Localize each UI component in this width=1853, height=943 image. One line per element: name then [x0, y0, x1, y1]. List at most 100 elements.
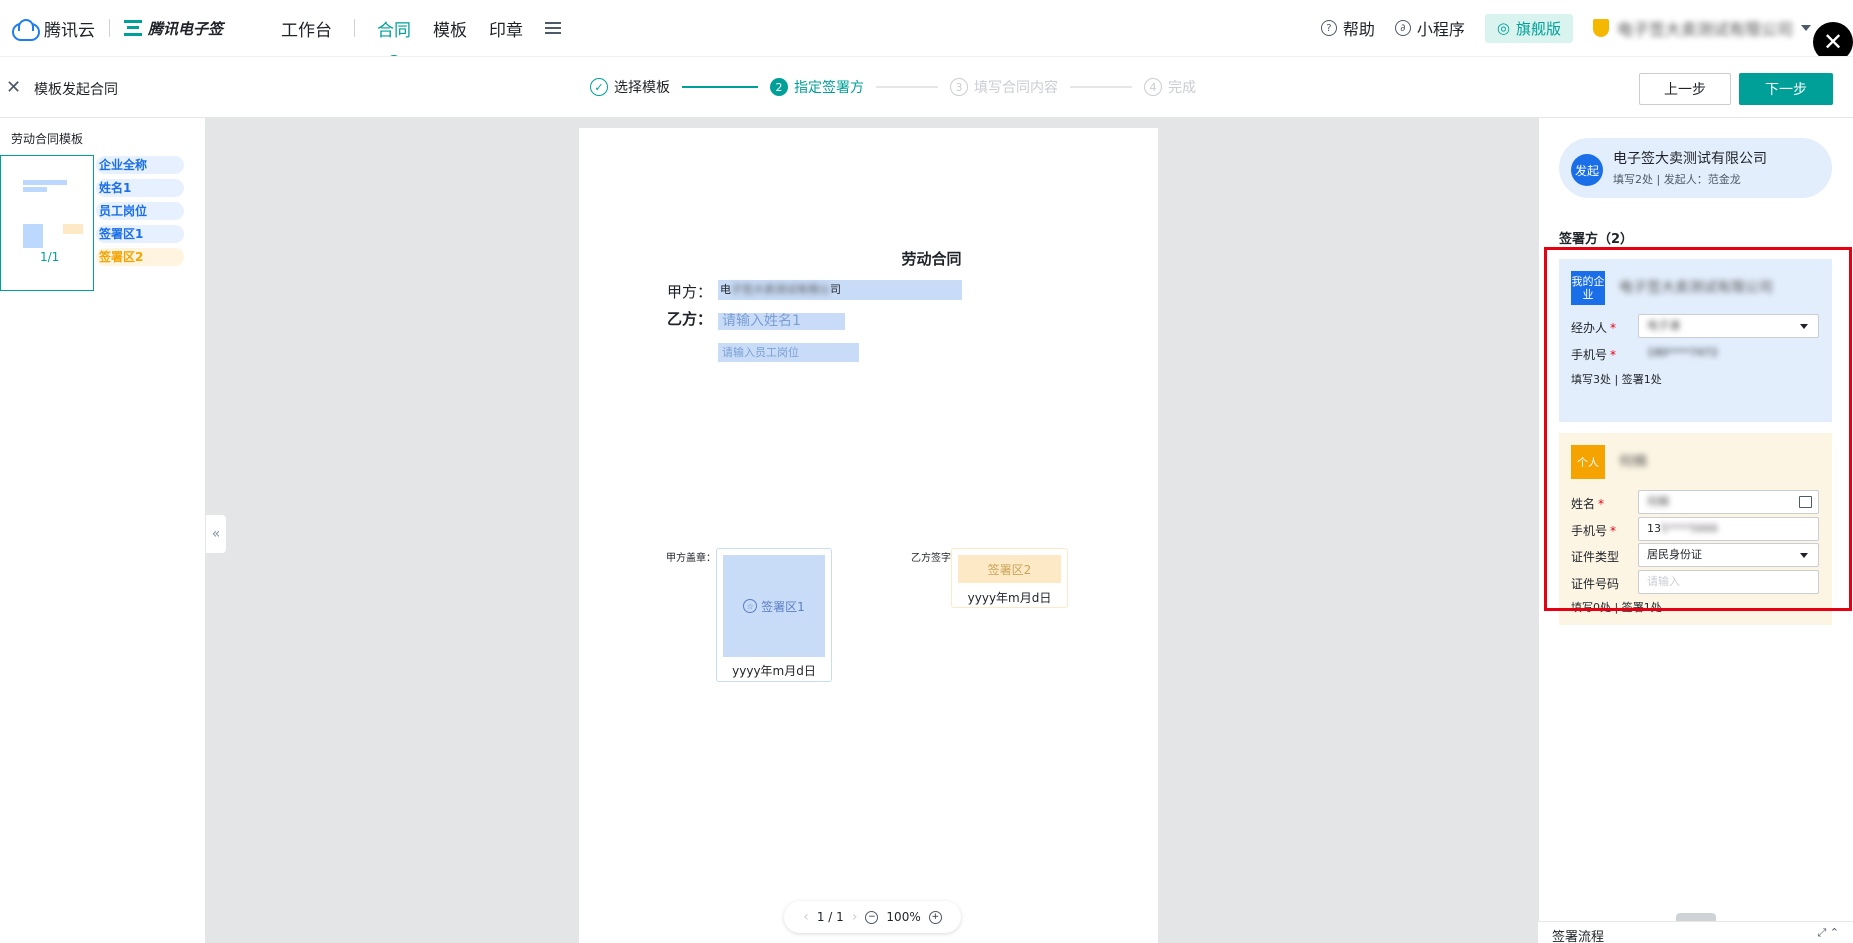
step-connector	[1070, 86, 1132, 88]
esign-logo-icon	[124, 20, 142, 36]
party-a-seal-label: 甲方盖章：	[666, 553, 716, 564]
field-list: 企业全称 姓名1 员工岗位 签署区1 签署区2	[96, 156, 184, 271]
company-name: 电子签大卖测试有限公司	[1616, 20, 1793, 39]
next-step-button[interactable]: 下一步	[1739, 73, 1833, 105]
product-name: 腾讯电子签	[148, 19, 224, 38]
expand-icon[interactable]: ⤢ ⌃	[1817, 926, 1839, 940]
sign-area-2-label: 签署区2	[958, 555, 1061, 583]
edition-badge[interactable]: ◎ 旗舰版	[1484, 13, 1573, 43]
drawer-handle[interactable]	[1676, 913, 1716, 921]
company-switcher[interactable]: 电子签大卖测试有限公司	[1592, 16, 1811, 40]
step-number: 3	[950, 78, 968, 96]
miniprogram-link[interactable]: ∂ 小程序	[1394, 16, 1465, 40]
step-label: 指定签署方	[794, 80, 864, 96]
divider	[109, 19, 110, 37]
field-chip-sign-area-1[interactable]: 签署区1	[96, 225, 184, 243]
seal-icon: ☆	[743, 599, 758, 613]
miniprogram-label: 小程序	[1416, 20, 1465, 39]
page-zoom-controls: ‹ 1 / 1 › − 100% +	[784, 901, 961, 933]
brand-name: 腾讯云	[44, 20, 95, 41]
shield-icon	[1592, 19, 1609, 37]
esign-logo[interactable]: 腾讯电子签	[124, 18, 223, 39]
close-icon[interactable]: ✕	[6, 77, 21, 98]
main-nav: 工作台 合同 模板 印章	[281, 16, 562, 63]
step-select-template[interactable]: ✓ 选择模板	[590, 77, 670, 97]
step-connector	[876, 86, 938, 88]
menu-icon[interactable]	[545, 22, 562, 34]
chevron-left-icon[interactable]: ‹	[803, 909, 809, 925]
field-chip-sign-area-2[interactable]: 签署区2	[96, 248, 184, 266]
party-a-company-value-start: 电	[720, 283, 731, 296]
top-navigation-bar: 腾讯云 腾讯电子签 工作台 合同 模板 印章 ? 帮助 ∂ 小程序 ◎ 旗舰版 …	[0, 0, 1853, 63]
party-a-label: 甲方：	[667, 283, 713, 301]
document-page: 劳动合同 甲方： 乙方： 电子签大卖测试有限公司 请输入姓名1 请输入员工岗位 …	[579, 128, 1158, 943]
double-chevron-left-icon: «	[211, 526, 221, 542]
nav-template[interactable]: 模板	[433, 16, 467, 41]
edition-icon: ◎	[1496, 19, 1510, 37]
step-assign-signers[interactable]: 2 指定签署方	[770, 77, 864, 97]
step-connector	[682, 86, 758, 88]
step-number: 4	[1144, 78, 1162, 96]
highlight-annotation	[1544, 247, 1852, 611]
party-a-company-value-end: 司	[830, 283, 841, 296]
zoom-out-icon[interactable]: −	[865, 910, 879, 924]
cloud-icon	[12, 19, 40, 41]
nav-seal[interactable]: 印章	[489, 16, 523, 41]
top-right-actions: ? 帮助 ∂ 小程序 ◎ 旗舰版 电子签大卖测试有限公司	[1320, 0, 1811, 56]
sign-area-1-box: ☆ 签署区1	[723, 555, 825, 657]
step-fill-content: 3 填写合同内容	[950, 77, 1058, 97]
step-label: 选择模板	[614, 80, 670, 96]
divider	[354, 19, 356, 37]
collapse-sidebar-button[interactable]: «	[206, 515, 226, 553]
thumb-mark	[23, 187, 47, 192]
sign-flow-label: 签署流程	[1552, 930, 1605, 943]
tencent-cloud-logo[interactable]: 腾讯云	[12, 16, 95, 41]
step-label: 完成	[1168, 80, 1196, 96]
sign-area-1[interactable]: ☆ 签署区1 yyyy年m月d日	[716, 548, 832, 682]
zoom-level: 100%	[886, 910, 921, 924]
help-icon: ?	[1320, 20, 1337, 36]
template-sidebar: 劳动合同模板 1/1 企业全称 姓名1 员工岗位 签署区1 签署区2	[0, 118, 206, 943]
check-icon: ✓	[590, 78, 608, 96]
field-chip-company[interactable]: 企业全称	[96, 156, 184, 174]
thumbnail-page-number: 1/1	[40, 250, 60, 264]
thumb-mark	[23, 224, 43, 248]
signer-panel: 发起 电子签大卖测试有限公司 填写2处 | 发起人：范金龙 签署方（2） 我的企…	[1538, 118, 1853, 943]
page-thumbnail[interactable]	[0, 155, 94, 291]
party-b-name-field[interactable]: 请输入姓名1	[718, 313, 845, 330]
help-label: 帮助	[1342, 20, 1375, 39]
signers-heading: 签署方（2）	[1559, 232, 1634, 247]
nav-contract[interactable]: 合同	[377, 16, 411, 63]
party-b-label: 乙方：	[667, 310, 713, 328]
step-complete: 4 完成	[1144, 77, 1196, 97]
chevron-down-icon	[1801, 25, 1811, 31]
field-chip-position[interactable]: 员工岗位	[96, 202, 184, 220]
position-field[interactable]: 请输入员工岗位	[718, 343, 859, 362]
step-number: 2	[770, 78, 788, 96]
party-a-company-value-blurred: 子签大卖测试有限公	[731, 283, 830, 296]
party-a-company-field[interactable]: 电子签大卖测试有限公司	[718, 280, 962, 300]
page-indicator: 1 / 1	[816, 910, 844, 924]
zoom-in-icon[interactable]: +	[928, 910, 942, 924]
initiator-card: 发起 电子签大卖测试有限公司 填写2处 | 发起人：范金龙	[1559, 138, 1832, 198]
sign-flow-bar[interactable]: 签署流程 ⤢ ⌃	[1538, 921, 1853, 943]
edition-label: 旗舰版	[1515, 19, 1561, 38]
initiator-badge: 发起	[1571, 154, 1603, 186]
chevron-right-icon[interactable]: ›	[852, 909, 858, 925]
step-label: 填写合同内容	[974, 80, 1058, 96]
template-title: 劳动合同模板	[11, 132, 84, 146]
sign-area-1-label: 签署区1	[761, 599, 805, 614]
initiator-company: 电子签大卖测试有限公司	[1613, 151, 1767, 167]
stepper: ✓ 选择模板 2 指定签署方 3 填写合同内容 4 完成	[590, 77, 1196, 97]
sign-area-2[interactable]: 签署区2 yyyy年m月d日	[951, 548, 1068, 608]
prev-step-button[interactable]: 上一步	[1639, 73, 1731, 105]
thumb-mark	[23, 180, 67, 185]
wizard-header: ✕ 模板发起合同 ✓ 选择模板 2 指定签署方 3 填写合同内容 4 完成 上一…	[0, 56, 1853, 118]
page-title: 模板发起合同	[34, 82, 118, 98]
field-chip-name[interactable]: 姓名1	[96, 179, 184, 197]
thumb-mark	[63, 224, 83, 234]
help-link[interactable]: ? 帮助	[1320, 16, 1375, 40]
sign-date: yyyy年m月d日	[967, 591, 1052, 605]
close-icon: ✕	[1822, 28, 1844, 56]
nav-workbench[interactable]: 工作台	[281, 16, 332, 41]
